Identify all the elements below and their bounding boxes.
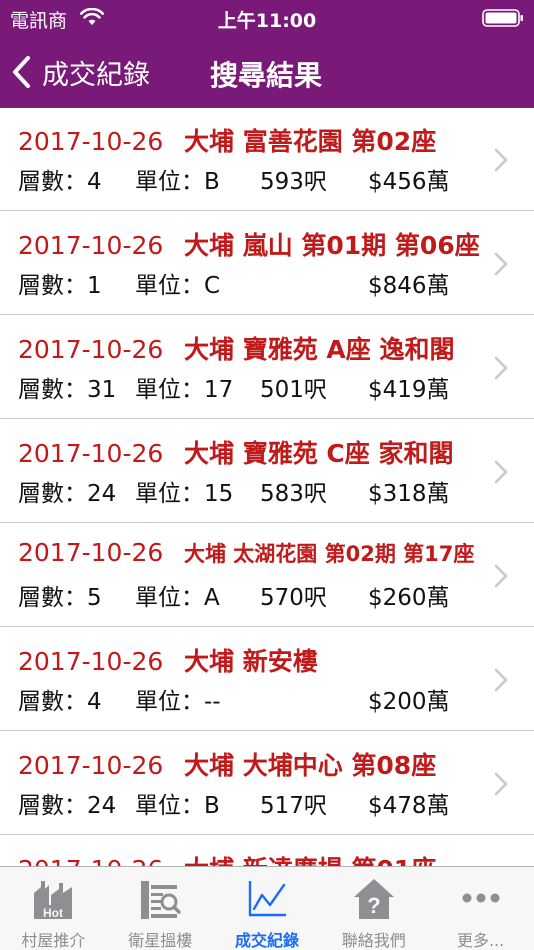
app-header: 電訊商 上午11:00 成交紀錄 搜尋結果 [0,0,534,108]
area-value: 517呎 [260,793,327,819]
svg-text:?: ? [367,893,380,918]
area-value: 570呎 [260,585,327,611]
estate-name: 大埔 大埔中心 第08座 [184,751,437,780]
help-house-icon: ? [353,879,394,919]
transaction-row[interactable]: 2017-10-26 大埔 新安樓 層數：4 單位：-- $200萬 [0,628,534,731]
price-value: $478萬 [368,793,450,819]
tab-label: 更多... [456,931,505,950]
row-title: 2017-10-26 大埔 寶雅苑 A座 逸和閣 [18,330,454,366]
chevron-right-icon [494,252,508,276]
unit-value: 單位：B [135,169,220,195]
transaction-row[interactable]: 2017-10-26 大埔 大埔中心 第08座 層數：24 單位：B 517呎 $… [0,732,534,835]
page-title: 搜尋結果 [210,59,323,92]
tab-contact-us[interactable]: ? 聯絡我們 [320,867,427,950]
transaction-date: 2017-10-26 [18,127,164,156]
estate-name: 大埔 新達廣場 第01座 [184,855,436,866]
estate-name: 大埔 富善花園 第02座 [184,127,437,156]
tab-village-house[interactable]: Hot 村屋推介 [0,867,107,950]
transaction-date: 2017-10-26 [18,855,184,866]
tab-label: 成交紀錄 [234,931,299,950]
transaction-row[interactable]: 2017-10-26 大埔 嵐山 第01期 第06座 層數：1 單位：C $846… [0,212,534,315]
transaction-row[interactable]: 2017-10-26大埔 新達廣場 第01座 [0,836,534,866]
row-title: 2017-10-26 大埔 寶雅苑 C座 家和閣 [18,434,453,470]
floor-value: 層數：24 [18,481,117,507]
status-bar: 電訊商 上午11:00 [0,0,534,36]
hot-village-house-icon: Hot [34,881,73,920]
chevron-right-icon [494,772,508,796]
chevron-right-icon [494,460,508,484]
price-value: $318萬 [368,481,450,507]
price-value: $419萬 [368,377,450,403]
transaction-date: 2017-10-26 [18,335,164,364]
estate-name: 大埔 嵐山 第01期 第06座 [184,231,480,260]
svg-text:Hot: Hot [43,906,63,920]
price-value: $846萬 [368,273,450,299]
floor-value: 層數：4 [18,689,102,715]
floor-value: 層數：4 [18,169,102,195]
transaction-row[interactable]: 2017-10-26 大埔 富善花園 第02座 層數：4 單位：B 593呎 $4… [0,108,534,211]
transaction-row[interactable]: 2017-10-26 大埔 寶雅苑 C座 家和閣 層數：24 單位：15 583呎… [0,420,534,523]
unit-value: 單位：A [135,585,220,611]
row-title: 2017-10-26 大埔 新安樓 [18,642,318,678]
estate-name: 大埔 新安樓 [184,647,318,676]
unit-value: 單位：17 [135,377,234,403]
row-title: 2017-10-26 大埔 太湖花園 第02期 第17座 [18,538,474,568]
row-title: 2017-10-26 大埔 富善花園 第02座 [18,122,436,158]
floor-value: 層數：1 [18,273,102,299]
nav-bar: 成交紀錄 搜尋結果 [0,36,534,108]
transaction-row[interactable]: 2017-10-26 大埔 太湖花園 第02期 第17座 層數：5 單位：A 57… [0,524,534,627]
area-value: 501呎 [260,377,327,403]
tab-label: 村屋推介 [21,931,86,950]
floor-value: 層數：5 [18,585,102,611]
unit-value: 單位：B [135,793,220,819]
chevron-left-icon [13,56,30,88]
chevron-right-icon [494,668,508,692]
tab-label: 聯絡我們 [341,931,406,950]
transaction-date: 2017-10-26 [18,439,164,468]
unit-value: 單位：C [135,273,221,299]
chevron-right-icon [494,564,508,588]
price-value: $200萬 [368,689,450,715]
estate-name: 大埔 寶雅苑 C座 家和閣 [184,439,454,468]
transaction-date: 2017-10-26 [18,231,164,260]
back-label: 成交紀錄 [42,59,150,91]
more-dots-icon [462,893,500,903]
tab-transaction-record[interactable]: 成交紀錄 [214,867,321,950]
area-value: 583呎 [260,481,327,507]
row-title: 2017-10-26 大埔 大埔中心 第08座 [18,746,436,782]
transaction-date: 2017-10-26 [18,647,164,676]
transaction-row[interactable]: 2017-10-26 大埔 寶雅苑 A座 逸和閣 層數：31 單位：17 501呎… [0,316,534,419]
unit-value: 單位：-- [135,689,221,715]
floor-value: 層數：24 [18,793,117,819]
estate-name: 大埔 寶雅苑 A座 逸和閣 [184,335,455,364]
satellite-search-icon [141,881,181,919]
row-title: 2017-10-26 大埔 嵐山 第01期 第06座 [18,226,480,262]
transaction-date: 2017-10-26 [18,538,164,567]
chevron-right-icon [494,356,508,380]
status-time: 上午11:00 [217,10,317,32]
price-value: $456萬 [368,169,450,195]
tab-label: 衛星搵樓 [128,931,193,950]
transaction-date: 2017-10-26 [18,751,164,780]
row-title: 2017-10-26大埔 新達廣場 第01座 [18,850,436,866]
back-button[interactable]: 成交紀錄 [10,48,150,96]
tab-satellite-search[interactable]: 衛星搵樓 [107,867,214,950]
transaction-list[interactable]: 2017-10-26 大埔 富善花園 第02座 層數：4 單位：B 593呎 $4… [0,108,534,866]
line-chart-icon [248,881,286,917]
floor-value: 層數：31 [18,377,117,403]
chevron-right-icon [494,148,508,172]
unit-value: 單位：15 [135,481,234,507]
area-value: 593呎 [260,169,327,195]
tab-more[interactable]: 更多... [427,867,534,950]
battery-icon [482,9,523,27]
tab-bar: Hot 村屋推介 衛星搵樓 成交紀錄 ? 聯絡我們 更多... [0,866,534,950]
price-value: $260萬 [368,585,450,611]
estate-name: 大埔 太湖花園 第02期 第17座 [184,542,475,566]
